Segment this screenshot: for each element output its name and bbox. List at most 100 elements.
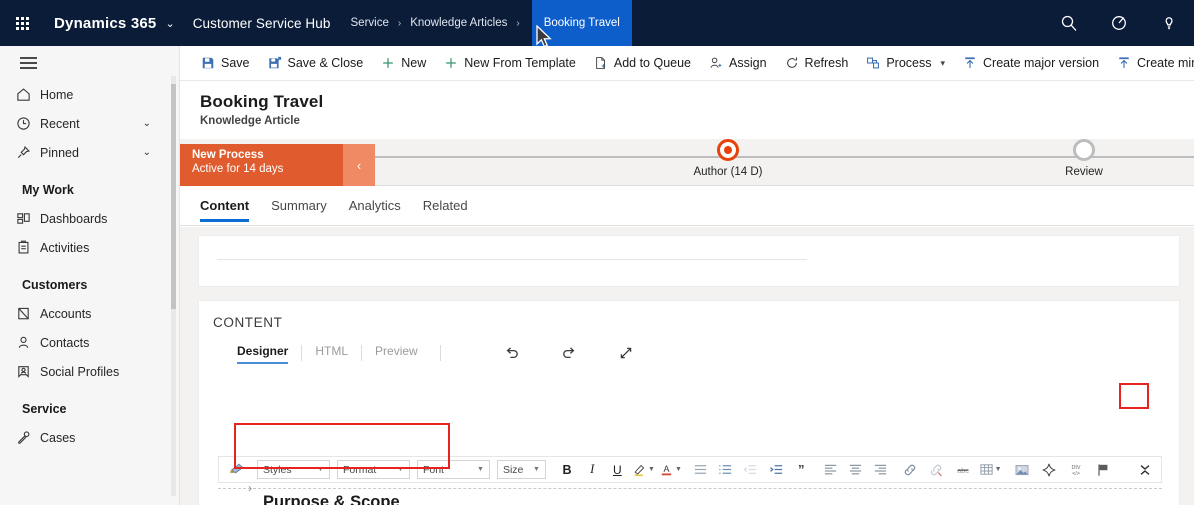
redo-icon[interactable] [554, 342, 584, 364]
bpf-stage-author[interactable]: Author (14 D) [690, 139, 766, 178]
breadcrumb-separator-icon: › [397, 17, 402, 29]
undo-icon[interactable] [497, 342, 527, 364]
increase-indent-icon[interactable] [765, 459, 787, 481]
business-process-flow: New Process Active for 14 days ‹ Author … [180, 139, 1194, 186]
tab-analytics[interactable]: Analytics [349, 186, 401, 226]
editor-mode-designer[interactable]: Designer [237, 344, 289, 364]
decrease-indent-icon[interactable] [740, 459, 762, 481]
chevron-down-icon[interactable]: ▾ [940, 58, 945, 69]
styles-dropdown[interactable]: Styles ▼ [257, 460, 330, 479]
breadcrumb-item-knowledge-articles[interactable]: Knowledge Articles [408, 17, 509, 29]
divider [361, 345, 363, 361]
sidebar-scrollbar-thumb[interactable] [171, 84, 176, 309]
sidebar-item-cases[interactable]: Cases [0, 423, 179, 452]
content-body-heading[interactable]: Purpose & Scope [263, 493, 400, 505]
canvas-scrollbar[interactable] [1185, 227, 1193, 505]
blockquote-icon[interactable]: ” [790, 459, 812, 481]
sitemap-hamburger-icon[interactable] [0, 46, 179, 80]
sidebar-item-recent[interactable]: Recent ⌄ [0, 109, 179, 138]
format-painter-icon[interactable] [227, 459, 247, 481]
brand-chevron-down-icon[interactable]: ⌄ [165, 17, 174, 30]
form-tab-bar: Content Summary Analytics Related [180, 186, 1194, 226]
breadcrumb-item-booking-travel[interactable]: Booking Travel [531, 0, 632, 46]
sidebar-item-dashboards[interactable]: Dashboards [0, 204, 179, 233]
font-dropdown[interactable]: Font ▼ [416, 460, 490, 479]
format-dropdown[interactable]: Format ▼ [336, 460, 410, 479]
bpf-stage-duration: (14 D) [730, 166, 763, 178]
unlink-icon[interactable] [925, 459, 948, 481]
bpf-collapse-chevron-left-icon[interactable]: ‹ [343, 144, 375, 186]
app-launcher-waffle-icon[interactable] [0, 0, 44, 46]
command-label: Refresh [804, 56, 849, 70]
size-dropdown-label: Size [502, 463, 524, 476]
strikethrough-icon[interactable]: abc [951, 459, 974, 481]
tab-content[interactable]: Content [200, 186, 250, 226]
assistant-icon[interactable] [1104, 8, 1134, 38]
svg-text:</>: </> [1072, 471, 1080, 477]
text-highlight-color-icon[interactable]: ▼ [631, 459, 655, 481]
title-field-input[interactable] [217, 259, 807, 260]
font-dropdown-label: Font [422, 463, 444, 476]
underline-icon[interactable]: U [606, 459, 628, 481]
search-icon[interactable] [1054, 8, 1084, 38]
command-label: Create minor v [1137, 56, 1194, 70]
create-minor-version-button[interactable]: Create minor v [1108, 46, 1194, 80]
breadcrumb-item-service[interactable]: Service [349, 17, 391, 29]
bpf-stage-review[interactable]: Review [1046, 139, 1122, 178]
source-code-icon[interactable]: DIV </> [1064, 459, 1088, 481]
tab-summary[interactable]: Summary [271, 186, 327, 226]
numbered-list-icon[interactable] [715, 459, 737, 481]
expand-fullscreen-icon[interactable] [611, 342, 641, 364]
save-and-close-button[interactable]: Save & Close [259, 46, 373, 80]
sidebar-item-pinned[interactable]: Pinned ⌄ [0, 138, 179, 167]
form-header: Booking Travel Knowledge Article [180, 82, 1194, 139]
size-dropdown[interactable]: Size ▼ [496, 460, 546, 479]
upload-version-icon [1117, 56, 1131, 70]
help-idea-icon[interactable] [1154, 8, 1184, 38]
sidebar-item-label: Contacts [40, 335, 90, 350]
bpf-stage-subtitle: Active for 14 days [192, 163, 284, 175]
assign-button[interactable]: Assign [700, 46, 776, 80]
sidebar-item-label: Social Profiles [40, 364, 120, 379]
insert-image-icon[interactable] [1010, 459, 1034, 481]
account-icon [16, 306, 40, 321]
home-icon [16, 87, 40, 102]
bulleted-list-icon[interactable] [689, 459, 711, 481]
tab-related[interactable]: Related [423, 186, 468, 226]
app-name-label[interactable]: Customer Service Hub [193, 16, 331, 31]
brand-title: Dynamics 365 [54, 14, 157, 32]
insert-table-icon[interactable]: ▼ [977, 459, 1003, 481]
bpf-stage-inactive-dot-icon [1073, 139, 1095, 161]
editor-mode-preview[interactable]: Preview [375, 344, 418, 362]
italic-icon[interactable]: I [581, 459, 603, 481]
refresh-button[interactable]: Refresh [776, 46, 858, 80]
chevron-down-icon[interactable]: ⌄ [143, 118, 151, 129]
content-block-chevron-icon[interactable]: › [248, 481, 252, 495]
editor-mode-html[interactable]: HTML [315, 344, 348, 362]
align-left-icon[interactable] [819, 459, 841, 481]
new-button[interactable]: New [372, 46, 435, 80]
chevron-down-icon[interactable]: ⌄ [143, 147, 151, 158]
align-center-icon[interactable] [844, 459, 866, 481]
sidebar-item-accounts[interactable]: Accounts [0, 299, 179, 328]
sparkle-ai-icon[interactable] [1037, 459, 1061, 481]
create-major-version-button[interactable]: Create major version [954, 46, 1108, 80]
sidebar-item-activities[interactable]: Activities [0, 233, 179, 262]
sidebar-item-contacts[interactable]: Contacts [0, 328, 179, 357]
new-from-template-button[interactable]: New From Template [435, 46, 585, 80]
font-color-icon[interactable]: A ▼ [658, 459, 682, 481]
italic-glyph: I [590, 462, 595, 476]
chevron-down-icon: ▼ [477, 466, 484, 473]
sidebar-item-social-profiles[interactable]: Social Profiles [0, 357, 179, 386]
save-button[interactable]: Save [192, 46, 259, 80]
align-right-icon[interactable] [870, 459, 892, 481]
sidebar-item-home[interactable]: Home [0, 80, 179, 109]
bpf-current-stage[interactable]: New Process Active for 14 days [180, 144, 343, 186]
bold-icon[interactable]: B [556, 459, 578, 481]
flag-icon[interactable] [1091, 459, 1115, 481]
collapse-toolbar-icon[interactable] [1132, 459, 1158, 481]
command-label: New [401, 56, 427, 70]
add-to-queue-button[interactable]: Add to Queue [585, 46, 700, 80]
process-button[interactable]: Process ▾ [857, 46, 954, 80]
insert-link-icon[interactable] [899, 459, 922, 481]
